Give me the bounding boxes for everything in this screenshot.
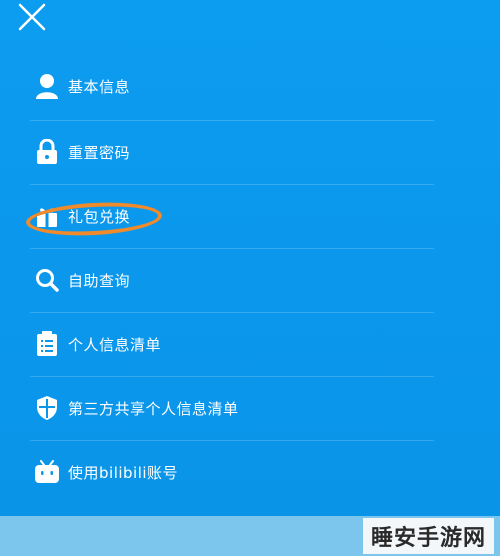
menu-item-bilibili-account[interactable]: 使用bilibili账号 xyxy=(30,440,434,504)
menu-item-third-party-sharing-list[interactable]: 第三方共享个人信息清单 xyxy=(30,376,434,440)
menu-item-self-query[interactable]: 自助查询 xyxy=(30,248,434,312)
menu-item-label: 个人信息清单 xyxy=(68,335,162,354)
close-button[interactable] xyxy=(16,2,50,32)
clipboard-icon xyxy=(34,331,60,357)
search-icon xyxy=(34,267,60,293)
menu-item-basic-info[interactable]: 基本信息 xyxy=(30,54,434,118)
lock-icon xyxy=(34,139,60,165)
menu-item-personal-info-list[interactable]: 个人信息清单 xyxy=(30,312,434,376)
menu-item-label: 第三方共享个人信息清单 xyxy=(68,399,239,418)
bilibili-icon xyxy=(34,459,60,485)
close-icon xyxy=(18,3,46,31)
settings-panel: 基本信息 重置密码 礼包兑换 自助查询 个人信息清单 第三方共享个人信息清单 使… xyxy=(0,0,500,516)
watermark-text: 睡安手游网 xyxy=(370,526,486,551)
watermark: 睡安手游网 xyxy=(362,518,494,554)
user-icon xyxy=(34,73,60,99)
menu-item-label: 基本信息 xyxy=(68,77,131,96)
shield-icon xyxy=(34,395,60,421)
menu-item-reset-password[interactable]: 重置密码 xyxy=(30,120,434,184)
menu-item-label: 重置密码 xyxy=(68,143,131,162)
menu-item-label: 自助查询 xyxy=(68,271,131,290)
menu-item-label: 使用bilibili账号 xyxy=(68,463,179,482)
